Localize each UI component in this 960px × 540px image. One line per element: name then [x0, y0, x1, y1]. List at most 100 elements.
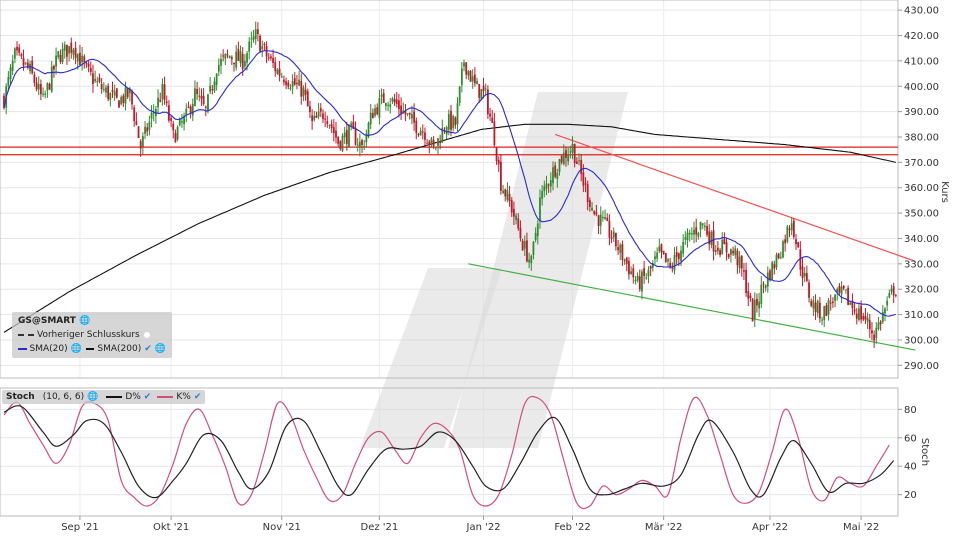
candle-body	[185, 108, 188, 116]
candle-body	[834, 294, 836, 301]
candle-body	[547, 184, 550, 186]
check-icon[interactable]: ✔	[144, 344, 152, 354]
globe-icon[interactable]: 🌐	[79, 316, 90, 326]
candle-body	[782, 241, 784, 258]
candle-body	[788, 228, 791, 230]
candle-body	[599, 214, 602, 226]
candle-body	[89, 67, 92, 72]
candle-body	[276, 69, 279, 74]
candle-body	[68, 46, 70, 54]
candle-body	[131, 91, 133, 105]
candle-body	[70, 42, 73, 53]
candle-body	[437, 138, 439, 146]
candle-body	[725, 242, 728, 253]
sma200-swatch-icon	[85, 348, 95, 350]
candle-body	[280, 76, 283, 78]
legend-item-prev-close[interactable]: Vorheriger Schlusskurs	[12, 328, 172, 342]
candle-body	[686, 232, 689, 241]
candle-body	[471, 76, 474, 82]
check-icon[interactable]: ✔	[144, 392, 152, 402]
candle-body	[894, 294, 897, 296]
globe-icon[interactable]: 🌐	[71, 344, 82, 354]
legend-item-sma[interactable]: SMA(20) 🌐 SMA(200) ✔ 🌐	[12, 342, 172, 356]
price-tick-label: 350.00	[904, 209, 939, 220]
stoch-tick-label: 60	[904, 433, 917, 444]
candle-body	[304, 89, 307, 95]
candle-body	[350, 123, 353, 126]
globe-icon[interactable]: 🌐	[87, 392, 98, 402]
candle-body	[797, 242, 800, 248]
globe-icon[interactable]: 🌐	[155, 344, 166, 354]
candle-body	[55, 55, 57, 67]
candle-body	[795, 239, 797, 245]
candle-body	[727, 253, 730, 258]
candle-body	[463, 62, 465, 67]
candle-body	[521, 240, 524, 251]
candle-body	[165, 101, 168, 103]
candle-body	[191, 103, 194, 116]
check-icon[interactable]: ✔	[194, 392, 202, 402]
candle-body	[753, 299, 756, 319]
candle-body	[588, 200, 591, 207]
candle-body	[866, 317, 869, 322]
candle-body	[337, 136, 340, 144]
candle-body	[248, 41, 251, 52]
x-tick-label: Sep '21	[61, 522, 99, 533]
candle-body	[259, 36, 261, 52]
candle-body	[135, 121, 138, 125]
candle-body	[792, 220, 795, 238]
candle-body	[339, 141, 342, 149]
candle-body	[751, 298, 754, 322]
candle-body	[428, 141, 431, 145]
candle-body	[382, 93, 385, 103]
sma20-swatch-icon	[18, 348, 27, 350]
candle-body	[37, 84, 40, 90]
candle-body	[141, 136, 144, 147]
candle-body	[458, 86, 461, 103]
candle-body	[818, 302, 821, 319]
candle-body	[79, 52, 81, 65]
candle-body	[812, 300, 815, 309]
candle-body	[341, 135, 344, 151]
candle-body	[467, 71, 470, 76]
candle-body	[102, 88, 105, 90]
candle-body	[345, 129, 348, 144]
candle-body	[500, 161, 502, 191]
candle-body	[300, 81, 303, 97]
candle-body	[643, 268, 646, 276]
candle-body	[847, 287, 849, 305]
candle-body	[330, 123, 333, 129]
price-tick-label: 410.00	[904, 56, 939, 67]
toggle-dot-icon[interactable]	[143, 332, 150, 338]
candle-body	[493, 121, 496, 146]
candle-body	[771, 262, 774, 281]
candle-body	[61, 48, 64, 62]
price-axis-ticks: 290.00 300.00 310.00 320.00 330.00 340.00 350.…	[898, 6, 939, 372]
candle-body	[313, 116, 316, 120]
candle-body	[176, 126, 179, 140]
candle-body	[293, 78, 296, 85]
chart-canvas: 290.00 300.00 310.00 320.00 330.00 340.00 350.…	[0, 0, 950, 533]
x-tick-label: Feb '22	[554, 522, 590, 533]
price-tick-label: 380.00	[904, 132, 939, 143]
price-tick-label: 390.00	[904, 107, 939, 118]
stoch-legend[interactable]: Stoch (10, 6, 6) 🌐 D% ✔ K% ✔	[2, 390, 206, 404]
candle-body	[549, 180, 552, 187]
candle-body	[706, 226, 708, 235]
candle-body	[712, 230, 715, 252]
candle-body	[656, 252, 659, 259]
price-legend[interactable]: GS@SMART 🌐 Vorheriger Schlusskurs SMA(20…	[12, 312, 172, 358]
candle-body	[667, 259, 669, 262]
candle-body	[94, 78, 97, 82]
candle-body	[239, 51, 242, 64]
candle-body	[675, 252, 678, 257]
candle-body	[50, 66, 53, 92]
candle-body	[189, 106, 192, 114]
candle-body	[832, 301, 834, 304]
candle-body	[714, 250, 717, 252]
resistance-lines	[0, 146, 898, 156]
price-tick-label: 290.00	[904, 361, 939, 372]
candle-body	[684, 237, 687, 240]
candle-body	[163, 84, 166, 100]
candle-body	[734, 248, 737, 256]
